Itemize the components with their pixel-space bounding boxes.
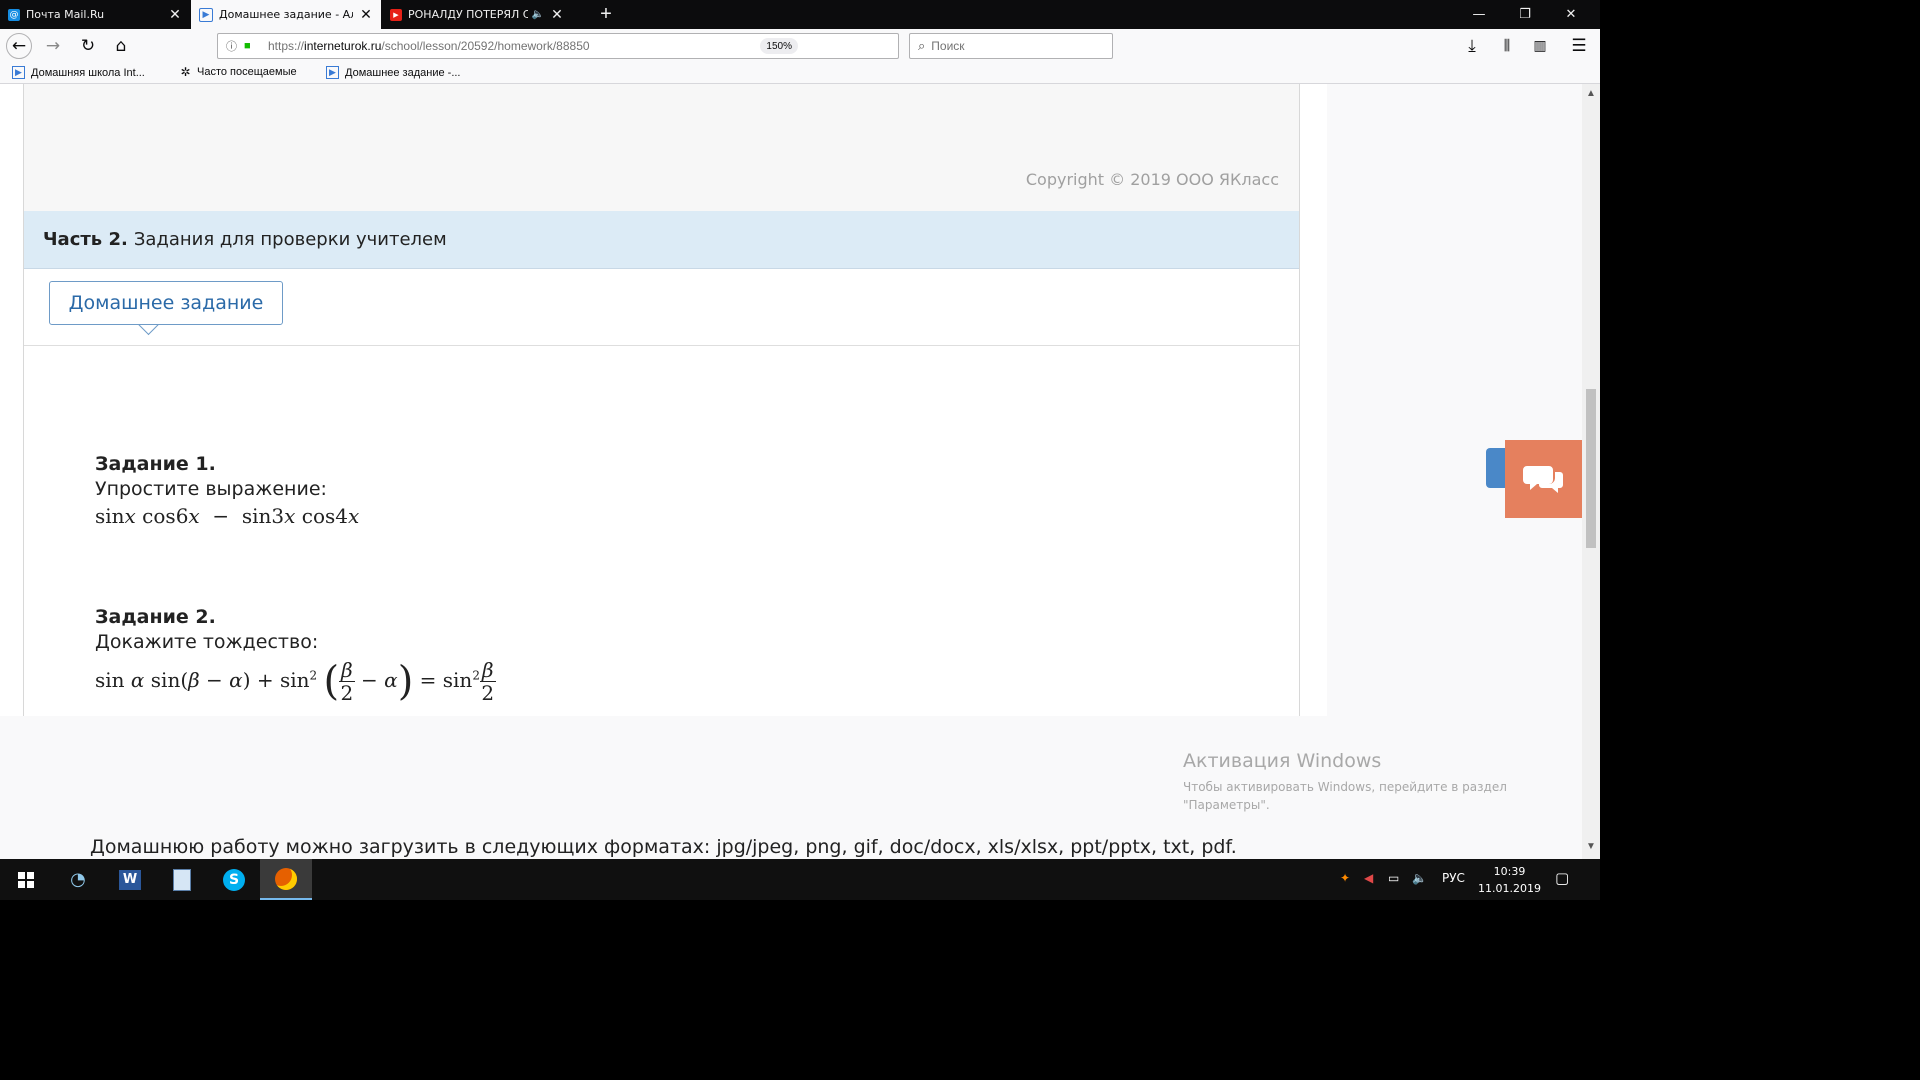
nav-bar: ← → ↻ ⌂ ⓘ ■ https://interneturok.ru/scho…	[0, 29, 1600, 63]
section-header: Часть 2. Задания для проверки учителем	[24, 211, 1299, 269]
screen: @ Почта Mail.Ru ✕ ▶ Домашнее задание - А…	[0, 0, 1600, 900]
search-bar[interactable]: ⌕ Поиск	[909, 33, 1113, 59]
skype-icon[interactable]: S	[208, 859, 260, 900]
sidebar-icon[interactable]: ▥	[1527, 33, 1553, 59]
scrollbar[interactable]: ▲ ▼	[1582, 84, 1600, 859]
task-1-text: Упростите выражение:	[95, 478, 327, 500]
menu-icon[interactable]: ☰	[1566, 33, 1592, 59]
windows-start-icon[interactable]	[0, 859, 52, 900]
reload-button[interactable]: ↻	[75, 33, 101, 59]
network-icon[interactable]: ▭	[1388, 871, 1399, 885]
library-icon[interactable]: ⫼	[1494, 33, 1520, 59]
youtube-icon: ▶	[390, 8, 402, 21]
browser-app-icon[interactable]: ◔	[52, 859, 104, 900]
mail-icon: @	[8, 8, 20, 21]
notifications-icon[interactable]: ▢	[1555, 869, 1569, 887]
play-icon: ▶	[12, 66, 25, 79]
bookmarks-bar: ▶ Домашняя школа Int... ✲ Часто посещаем…	[0, 63, 1600, 84]
chat-icon	[1522, 466, 1563, 493]
alert-tray-icon[interactable]: ◀	[1364, 871, 1373, 885]
scroll-up-icon[interactable]: ▲	[1582, 88, 1600, 102]
task-2-title: Задание 2.	[95, 606, 216, 628]
bookmark-most-visited[interactable]: ✲ Часто посещаемые	[180, 65, 296, 79]
volume-icon[interactable]: 🔈	[1412, 871, 1427, 885]
clock-date: 11.01.2019	[1478, 882, 1541, 895]
scroll-down-icon[interactable]: ▼	[1582, 841, 1600, 855]
upload-formats-text: Домашнюю работу можно загрузить в следую…	[90, 836, 1237, 858]
task-1-title: Задание 1.	[95, 453, 216, 475]
copyright: Copyright © 2019 ООО ЯКласс	[1025, 170, 1279, 189]
clock[interactable]: 10:39 11.01.2019	[1478, 863, 1541, 897]
close-icon[interactable]: ✕	[359, 7, 373, 23]
bookmark-home-school[interactable]: ▶ Домашняя школа Int...	[12, 66, 145, 79]
divider	[24, 345, 1299, 346]
minimize-button[interactable]: —	[1456, 0, 1502, 29]
lock-icon: ■	[244, 40, 251, 52]
windows-activation-watermark: Активация Windows Чтобы активировать Win…	[1183, 750, 1507, 814]
bookmark-homework[interactable]: ▶ Домашнее задание -...	[326, 66, 460, 79]
url-bar[interactable]: ⓘ ■ https://interneturok.ru/school/lesso…	[217, 33, 899, 59]
card-header: Copyright © 2019 ООО ЯКласс	[24, 84, 1299, 211]
tab-mail[interactable]: @ Почта Mail.Ru ✕	[0, 0, 190, 29]
tab-homework[interactable]: ▶ Домашнее задание - Алгебр ✕	[191, 0, 381, 29]
page-content: Copyright © 2019 ООО ЯКласс Часть 2. Зад…	[0, 84, 1327, 716]
section-title: Задания для проверки учителем	[133, 229, 447, 250]
back-button[interactable]: ←	[6, 33, 32, 59]
zoom-badge[interactable]: 150%	[760, 38, 798, 54]
task-1: Задание 1. Упростите выражение: sinx cos…	[95, 452, 359, 530]
section-label: Часть 2.	[43, 229, 128, 250]
activation-title: Активация Windows	[1183, 750, 1382, 772]
close-icon[interactable]: ✕	[550, 7, 564, 23]
info-icon[interactable]: ⓘ	[226, 38, 242, 54]
forward-button[interactable]: →	[40, 33, 66, 59]
download-icon[interactable]: ⤓	[1459, 33, 1485, 59]
firefox-icon[interactable]	[260, 859, 312, 900]
task-1-expression: sinx cos6x − sin3x cos4x	[95, 504, 360, 528]
home-button[interactable]: ⌂	[108, 33, 134, 59]
tab-youtube[interactable]: ▶ РОНАЛДУ ПОТЕРЯЛ СВОИ 🔈 ✕	[382, 0, 572, 29]
search-input[interactable]: Поиск	[931, 39, 964, 53]
close-window-button[interactable]: ✕	[1548, 0, 1594, 29]
print-button[interactable]	[1486, 448, 1506, 488]
gear-icon: ✲	[180, 65, 191, 79]
close-icon[interactable]: ✕	[168, 7, 182, 23]
chat-button[interactable]	[1505, 440, 1582, 518]
activation-line-1: Чтобы активировать Windows, перейдите в …	[1183, 780, 1507, 794]
app-tray-icon[interactable]: ✦	[1340, 871, 1350, 885]
play-icon: ▶	[326, 66, 339, 79]
taskbar: ◔ W S ✦ ◀ ▭ 🔈 РУС 10:39 11.01.2019 ▢	[0, 859, 1600, 900]
tab-strip: @ Почта Mail.Ru ✕ ▶ Домашнее задание - А…	[0, 0, 1600, 29]
language-indicator[interactable]: РУС	[1442, 871, 1465, 885]
scrollbar-thumb[interactable]	[1586, 389, 1596, 548]
word-icon[interactable]: W	[104, 859, 156, 900]
tab-homework-assignment[interactable]: Домашнее задание	[49, 281, 283, 325]
document-icon[interactable]	[156, 859, 208, 900]
task-2: Задание 2. Докажите тождество: sin α sin…	[95, 605, 496, 704]
url-text[interactable]: https://interneturok.ru/school/lesson/20…	[268, 39, 590, 53]
task-2-expression: sin α sin(β − α) + sin2 (β 2 − α) = sin2 β…	[95, 658, 496, 705]
clock-time: 10:39	[1493, 865, 1526, 878]
search-icon: ⌕	[918, 38, 926, 53]
play-icon: ▶	[199, 7, 213, 22]
speaker-icon[interactable]: 🔈	[532, 9, 544, 20]
task-2-text: Докажите тождество:	[95, 631, 319, 653]
lesson-card: Copyright © 2019 ООО ЯКласс Часть 2. Зад…	[23, 84, 1300, 716]
activation-line-2: "Параметры".	[1183, 798, 1270, 812]
maximize-button[interactable]: ❐	[1502, 0, 1548, 29]
new-tab-button[interactable]: +	[590, 0, 622, 29]
